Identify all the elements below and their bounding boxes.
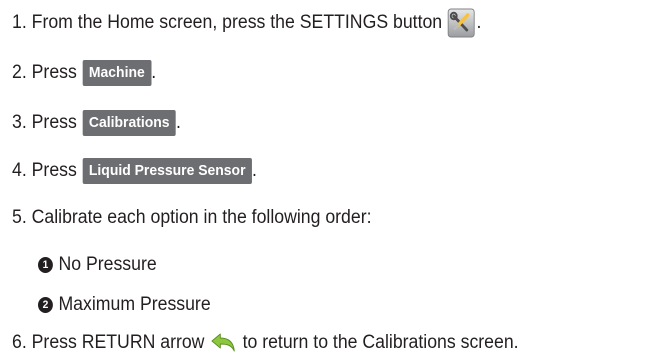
step-3-text: 3. Press xyxy=(12,112,77,133)
step-4: 4. Press Liquid Pressure Sensor . xyxy=(12,158,257,184)
step-4-text: 4. Press xyxy=(12,160,77,181)
step-3: 3. Press Calibrations . xyxy=(12,110,181,136)
step-2-suffix: . xyxy=(151,62,157,83)
step-1: 1. From the Home screen, press the SETTI… xyxy=(12,8,481,38)
return-arrow-icon xyxy=(209,331,237,355)
step-5-text: 5. Calibrate each option in the followin… xyxy=(12,207,372,228)
suboption-no-pressure: 1 No Pressure xyxy=(38,253,157,277)
step-5: 5. Calibrate each option in the followin… xyxy=(12,206,372,230)
step-1-text: 1. From the Home screen, press the SETTI… xyxy=(12,12,443,33)
step-2-text: 2. Press xyxy=(12,62,77,83)
step-2: 2. Press Machine . xyxy=(12,60,156,86)
step-6-text: 6. Press RETURN arrow xyxy=(12,332,205,353)
step-3-suffix: . xyxy=(176,112,181,133)
suboption-maximum-pressure: 2 Maximum Pressure xyxy=(38,293,211,317)
machine-button[interactable]: Machine xyxy=(82,60,152,86)
calibrations-button[interactable]: Calibrations xyxy=(82,110,177,136)
numbered-circle-icon: 1 xyxy=(38,257,53,273)
suboption-label: Maximum Pressure xyxy=(58,294,211,315)
numbered-circle-icon: 2 xyxy=(38,297,53,313)
settings-icon xyxy=(447,8,475,38)
step-1-suffix: . xyxy=(476,12,482,33)
step-4-suffix: . xyxy=(252,160,257,181)
liquid-pressure-sensor-button[interactable]: Liquid Pressure Sensor xyxy=(82,158,253,184)
step-6-suffix: to return to the Calibrations screen. xyxy=(242,332,519,353)
step-6: 6. Press RETURN arrow to return to the C… xyxy=(12,331,519,355)
suboption-label: No Pressure xyxy=(58,254,157,275)
